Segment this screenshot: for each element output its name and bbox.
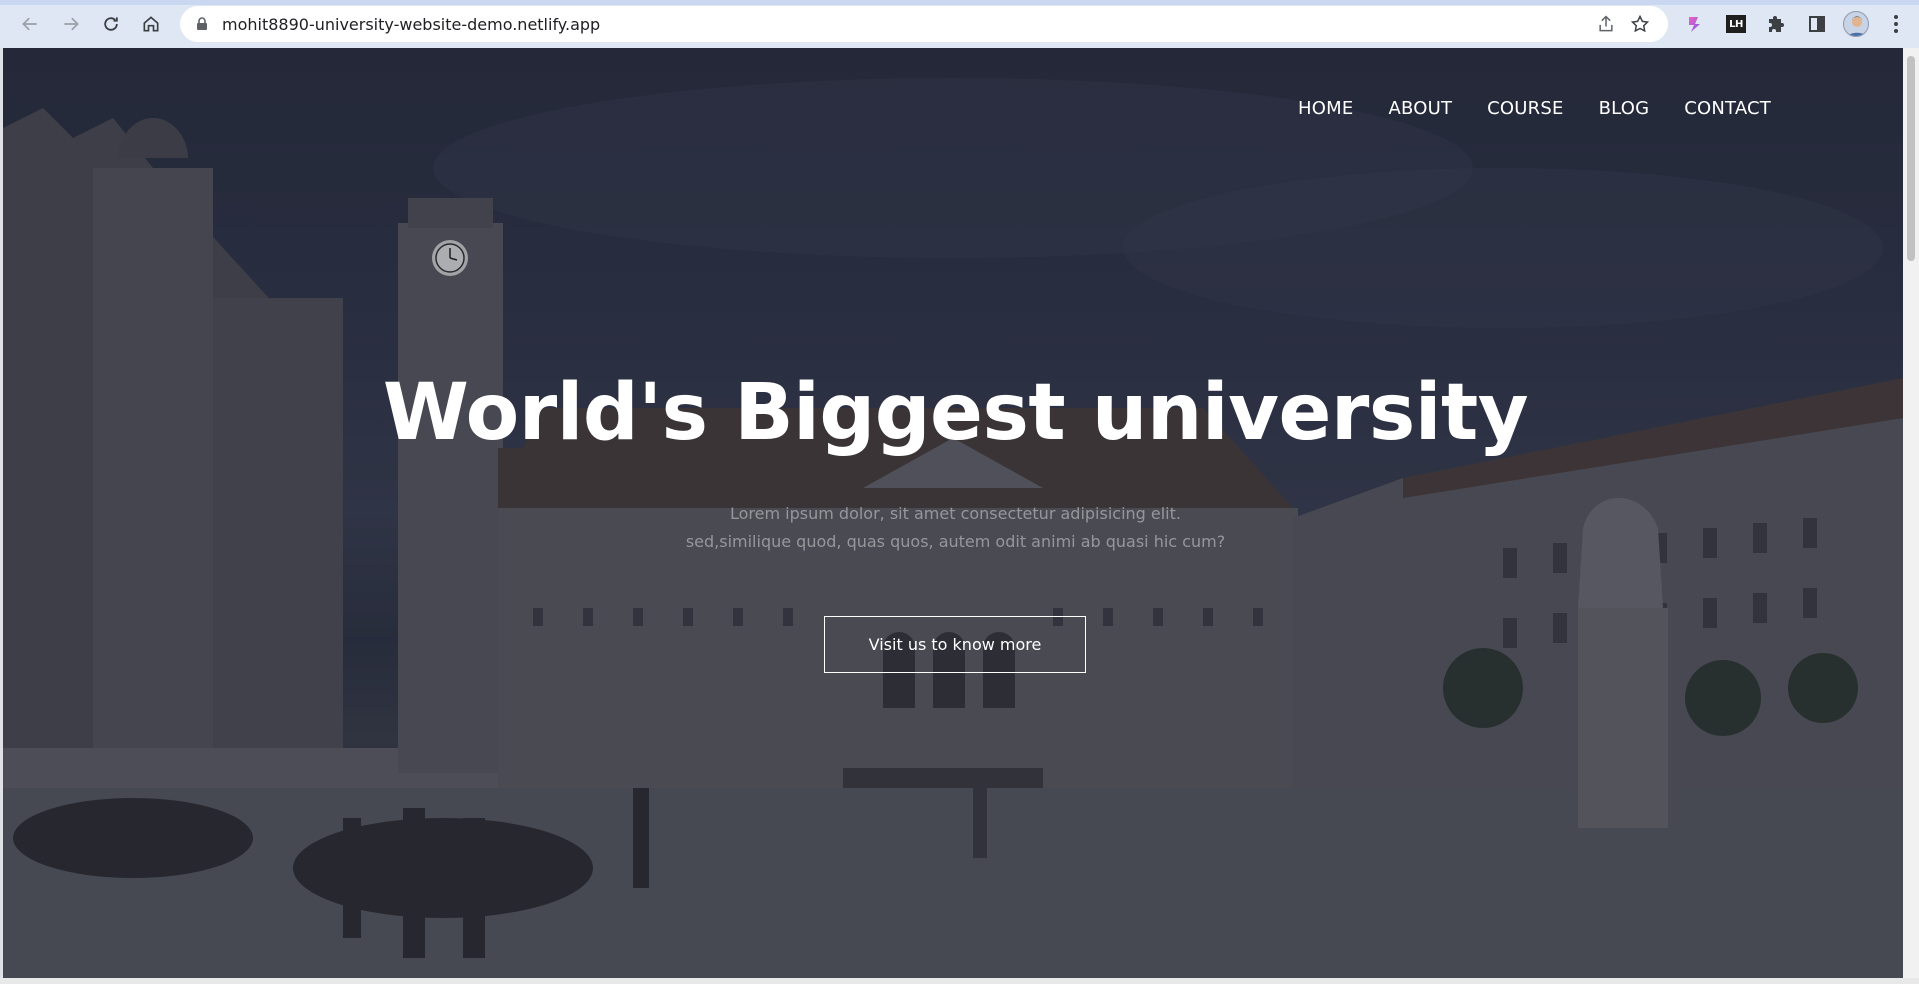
nav-contact[interactable]: CONTACT — [1684, 98, 1771, 119]
avatar[interactable] — [1843, 11, 1869, 37]
nav-blog[interactable]: BLOG — [1599, 98, 1650, 119]
extension-lh-icon[interactable]: LH — [1725, 13, 1747, 35]
menu-icon[interactable] — [1886, 13, 1906, 35]
hero-subtext-line-2: sed,similique quod, quas quos, autem odi… — [685, 532, 1226, 551]
hero-subtext-line-1: Lorem ipsum dolor, sit amet consectetur … — [730, 504, 1181, 523]
lock-icon[interactable] — [194, 16, 210, 32]
page-viewport: HOME ABOUT COURSE BLOG CONTACT World's B… — [3, 48, 1903, 978]
tab-strip — [0, 0, 1919, 5]
browser-toolbar: mohit8890-university-website-demo.netlif… — [0, 0, 1919, 48]
scrollbar-thumb[interactable] — [1907, 56, 1915, 261]
bottom-edge — [0, 978, 1919, 984]
star-icon[interactable] — [1630, 14, 1650, 34]
nav-about[interactable]: ABOUT — [1388, 98, 1452, 119]
visit-button[interactable]: Visit us to know more — [824, 616, 1086, 673]
reload-icon[interactable] — [97, 10, 125, 38]
hero-headline: World's Biggest university — [382, 368, 1529, 458]
puzzle-icon[interactable] — [1766, 13, 1788, 35]
side-panel-icon[interactable] — [1806, 13, 1828, 35]
url-text[interactable]: mohit8890-university-website-demo.netlif… — [222, 15, 600, 34]
hero-subtext: Lorem ipsum dolor, sit amet consectetur … — [3, 500, 1903, 556]
address-bar[interactable]: mohit8890-university-website-demo.netlif… — [180, 6, 1668, 42]
extension-gradient-icon[interactable] — [1684, 13, 1706, 35]
extension-lh-label: LH — [1729, 18, 1743, 30]
forward-icon[interactable] — [57, 10, 85, 38]
main-navigation: HOME ABOUT COURSE BLOG CONTACT — [1298, 98, 1771, 119]
nav-course[interactable]: COURSE — [1487, 98, 1563, 119]
home-icon[interactable] — [137, 10, 165, 38]
nav-home[interactable]: HOME — [1298, 98, 1353, 119]
share-icon[interactable] — [1596, 14, 1616, 34]
back-icon[interactable] — [16, 10, 44, 38]
